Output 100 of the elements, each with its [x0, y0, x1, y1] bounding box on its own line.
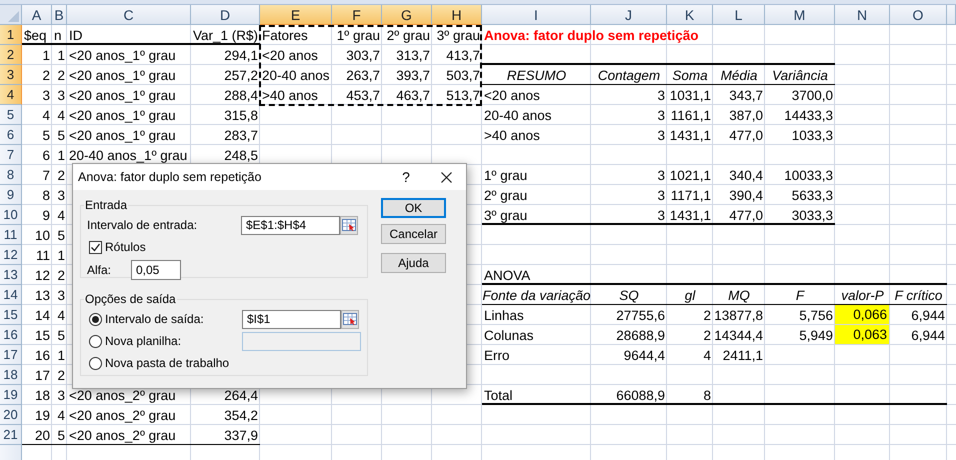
table-cell-text: 3 — [656, 186, 666, 204]
row-header[interactable]: 13 — [0, 265, 22, 285]
field-label: Alfa: — [87, 263, 112, 277]
range-select-button[interactable] — [340, 216, 358, 234]
dialog-button[interactable]: Ajuda — [381, 253, 446, 273]
column-header[interactable]: I — [482, 5, 591, 25]
column-header[interactable]: L — [713, 5, 765, 25]
row-header[interactable]: 18 — [0, 365, 22, 385]
table-cell-text: 13 — [34, 286, 51, 304]
table-cell-text: <20 anos — [483, 86, 541, 104]
row-header[interactable]: 15 — [0, 305, 22, 325]
table-cell-text: 393,7 — [395, 66, 431, 84]
table-cell-text: Var_1 (R$) — [192, 26, 259, 45]
row-header[interactable]: 20 — [0, 405, 22, 425]
table-cell-text: 1 — [41, 46, 51, 64]
row-header[interactable]: 17 — [0, 345, 22, 365]
dialog-button[interactable]: OK — [381, 198, 446, 218]
table-cell-text: <20 anos_2º grau — [68, 426, 177, 445]
column-header[interactable]: O — [890, 5, 947, 25]
range-select-button[interactable] — [341, 310, 359, 328]
table-cell-text: 2º grau — [483, 186, 528, 205]
checkbox[interactable] — [89, 240, 102, 254]
table-cell-text: 477,0 — [728, 126, 764, 144]
row-header[interactable]: 21 — [0, 425, 22, 445]
table-cell-text: 294,1 — [223, 46, 259, 64]
column-header[interactable]: H — [432, 5, 482, 25]
table-cell-text: 477,0 — [728, 206, 764, 224]
table-cell-text: 1021,1 — [668, 166, 712, 184]
row-header[interactable]: 19 — [0, 385, 22, 405]
column-header[interactable]: B — [52, 5, 67, 25]
row-header[interactable]: 9 — [0, 185, 22, 205]
row-header[interactable]: 8 — [0, 165, 22, 185]
row-header[interactable]: 14 — [0, 285, 22, 305]
table-cell-text: 3º grau — [436, 26, 481, 45]
table-cell-text: Contagem — [596, 66, 662, 85]
row-header[interactable]: 6 — [0, 125, 22, 145]
table-cell-text: 16 — [34, 346, 51, 364]
field-label: Intervalo de entrada: — [87, 218, 198, 232]
row-header[interactable]: 7 — [0, 145, 22, 165]
row-header[interactable]: 10 — [0, 205, 22, 225]
table-cell-text: <20 anos_1º grau — [68, 46, 177, 65]
table-cell-text: 6 — [41, 146, 51, 164]
dialog-button[interactable]: Cancelar — [381, 224, 446, 244]
row-header[interactable]: 5 — [0, 105, 22, 125]
row-header[interactable]: 4 — [0, 85, 22, 105]
row-header[interactable]: 11 — [0, 225, 22, 245]
column-header[interactable]: N — [835, 5, 890, 25]
table-cell-text: 1431,1 — [668, 206, 712, 224]
column-header[interactable]: D — [191, 5, 260, 25]
table-cell-text: 14433,3 — [783, 106, 834, 124]
table-cell-text: 1 — [56, 346, 66, 364]
table-cell-text: 9644,4 — [622, 346, 666, 364]
table-cell-text: 4 — [56, 406, 66, 424]
table-cell-text: 5 — [56, 126, 66, 144]
table-cell-text: <20 anos_1º grau — [68, 66, 177, 85]
table-cell-text: Média — [720, 66, 758, 84]
column-header[interactable]: A — [22, 5, 52, 25]
column-header[interactable]: G — [382, 5, 432, 25]
radio-button[interactable] — [89, 312, 102, 326]
column-header[interactable]: C — [67, 5, 191, 25]
row-header[interactable]: 3 — [0, 65, 22, 85]
table-cell-text: 2 — [56, 166, 66, 184]
column-header[interactable]: M — [765, 5, 835, 25]
output-range-field[interactable]: $I$1 — [242, 310, 341, 328]
table-cell-text: 3 — [656, 206, 666, 224]
table-cell-text: 313,7 — [395, 46, 431, 64]
table-cell-text: gl — [684, 286, 696, 305]
table-cell-text: 7 — [41, 166, 51, 184]
column-header[interactable]: E — [260, 5, 332, 25]
row-header[interactable]: 1 — [0, 25, 22, 45]
sheet-title: Anova: fator duplo sem repetição — [483, 26, 700, 45]
table-cell-text: 8 — [702, 386, 712, 404]
table-cell-text: >40 anos — [483, 126, 541, 144]
table-cell-text: 413,7 — [445, 46, 481, 64]
input-range-field[interactable]: $E$1:$H$4 — [241, 216, 340, 234]
radio-button[interactable] — [89, 334, 102, 348]
group-legend: Entrada — [84, 198, 128, 212]
column-header[interactable]: F — [332, 5, 382, 25]
table-cell-text: 1161,1 — [670, 106, 712, 124]
row-header[interactable]: 16 — [0, 325, 22, 345]
column-header[interactable]: J — [591, 5, 667, 25]
row-header[interactable]: 2 — [0, 45, 22, 65]
range-picker-icon — [342, 219, 356, 231]
radio-button[interactable] — [89, 356, 102, 370]
table-cell-text: 18 — [34, 386, 51, 404]
table-cell: 0,063 — [835, 325, 889, 344]
column-header[interactable]: K — [667, 5, 713, 25]
table-cell-text: 340,4 — [728, 166, 764, 184]
table-cell-text: 12 — [34, 266, 51, 284]
table-cell-text: 337,9 — [223, 426, 259, 444]
row-header[interactable]: 12 — [0, 245, 22, 265]
table-cell-text: 1 — [56, 46, 66, 64]
alpha-field[interactable]: 0,05 — [131, 260, 181, 280]
table-cell-text: Soma — [671, 66, 709, 84]
help-button[interactable]: ? — [386, 169, 426, 185]
table-cell-text: 343,7 — [728, 86, 764, 104]
table-cell-text: <20 anos_1º grau — [68, 126, 177, 145]
table-cell-text: 1 — [56, 246, 66, 264]
table-cell-text: 288,4 — [223, 86, 259, 104]
table-cell-text: 248,5 — [223, 146, 259, 164]
